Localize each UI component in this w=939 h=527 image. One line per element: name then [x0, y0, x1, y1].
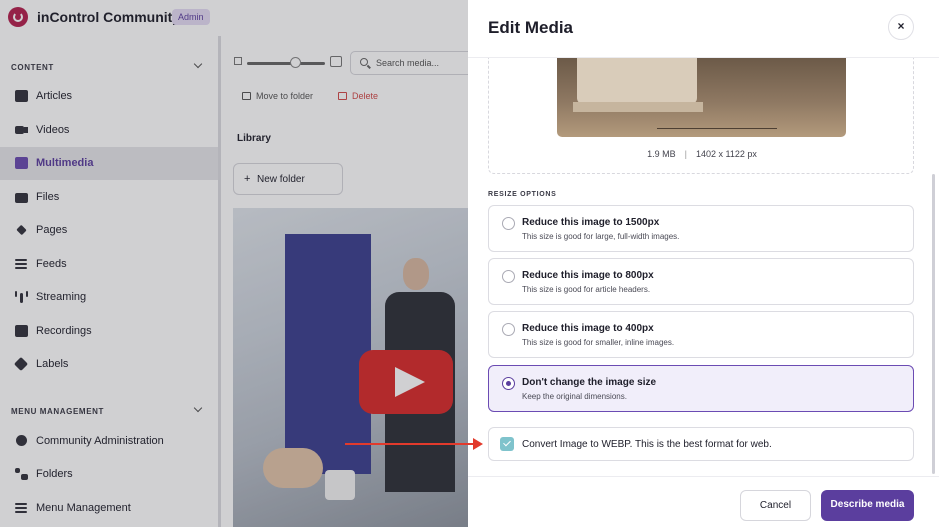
drawer-title: Edit Media [488, 18, 574, 37]
radio-button-selected[interactable] [502, 377, 515, 390]
radio-button[interactable] [502, 270, 515, 283]
image-preview [557, 58, 846, 137]
convert-webp-option[interactable]: Convert Image to WEBP. This is the best … [488, 427, 914, 461]
resize-options-heading: RESIZE OPTIONS [488, 191, 557, 198]
image-file-size: 1.9 MB [647, 149, 676, 159]
drawer-footer: Cancel Describe media [468, 476, 939, 527]
modal-backdrop[interactable] [0, 0, 468, 527]
option-description: Keep the original dimensions. [522, 392, 627, 401]
floor-line [657, 128, 777, 129]
resize-option-400[interactable]: Reduce this image to 400px This size is … [488, 311, 914, 358]
describe-media-button[interactable]: Describe media [821, 490, 914, 521]
webp-checkbox[interactable] [500, 437, 514, 451]
bed-base-shape [573, 102, 703, 112]
option-description: This size is good for large, full-width … [522, 232, 680, 241]
cancel-button[interactable]: Cancel [740, 490, 811, 521]
option-title: Don't change the image size [522, 377, 657, 388]
drawer-header: Edit Media × [468, 0, 939, 58]
annotation-arrow-line [345, 443, 475, 445]
image-preview-card: 1.9 MB | 1402 x 1122 px [488, 58, 914, 174]
describe-media-label: Describe media [830, 499, 905, 510]
option-title: Reduce this image to 400px [522, 323, 654, 334]
image-dimensions: 1402 x 1122 px [695, 149, 757, 159]
webp-label: Convert Image to WEBP. This is the best … [522, 439, 772, 450]
image-meta: 1.9 MB | 1402 x 1122 px [489, 149, 915, 159]
option-description: This size is good for smaller, inline im… [522, 338, 675, 347]
edit-media-drawer: Edit Media × 1.9 MB | 1402 x 1122 px RESIZ… [468, 0, 939, 527]
option-title: Reduce this image to 800px [522, 270, 654, 281]
resize-option-original[interactable]: Don't change the image size Keep the ori… [488, 365, 914, 412]
close-button[interactable]: × [888, 14, 914, 40]
annotation-arrow-head [473, 438, 483, 450]
option-description: This size is good for article headers. [522, 285, 651, 294]
bed-shape [577, 58, 697, 104]
resize-option-1500[interactable]: Reduce this image to 1500px This size is… [488, 205, 914, 252]
image-meta-separator: | [684, 149, 687, 159]
drawer-scrollbar[interactable] [932, 174, 935, 474]
cancel-label: Cancel [759, 500, 792, 511]
radio-button[interactable] [502, 323, 515, 336]
resize-option-800[interactable]: Reduce this image to 800px This size is … [488, 258, 914, 305]
radio-button[interactable] [502, 217, 515, 230]
option-title: Reduce this image to 1500px [522, 217, 660, 228]
close-icon: × [897, 19, 905, 33]
